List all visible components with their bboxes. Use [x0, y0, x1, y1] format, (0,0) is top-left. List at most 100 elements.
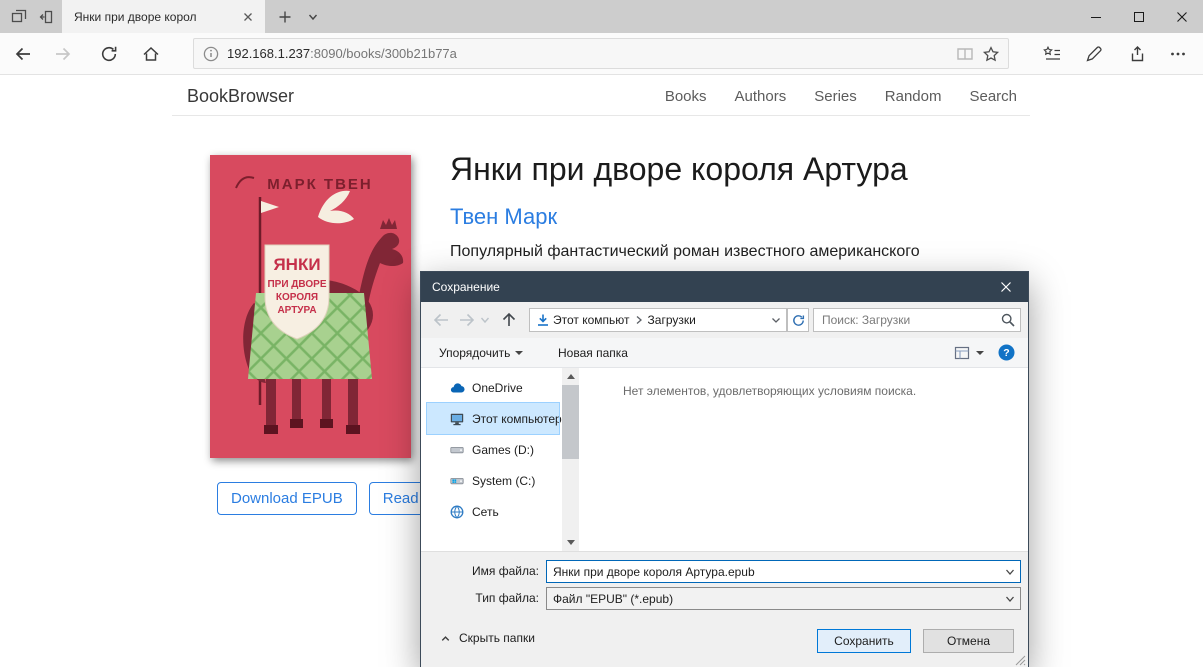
file-type-combobox[interactable]: Файл "EPUB" (*.epub) [546, 587, 1021, 610]
dialog-back-icon[interactable] [429, 309, 453, 331]
dialog-forward-icon[interactable] [455, 309, 479, 331]
breadcrumb[interactable]: Этот компьют Загрузки [529, 308, 787, 332]
browser-navbar: 192.168.1.237:8090/books/300b21b77a [0, 33, 1203, 75]
breadcrumb-this-pc[interactable]: Этот компьют [553, 313, 630, 327]
system-drive-icon [449, 473, 465, 489]
address-bar[interactable]: 192.168.1.237:8090/books/300b21b77a [193, 38, 1009, 69]
dialog-nav-row: Этот компьют Загрузки [421, 302, 1028, 338]
sidebar-item-label: Этот компьютер [472, 411, 562, 426]
cover-title-line-2: ПРИ ДВОРЕ [267, 279, 326, 290]
file-type-dropdown-icon[interactable] [1000, 588, 1020, 609]
organize-caret-icon [515, 350, 524, 355]
dialog-close-icon[interactable] [983, 272, 1028, 302]
save-dialog: Сохранение Этот компьют Загрузки Поиск: … [420, 271, 1029, 667]
nav-link-random[interactable]: Random [885, 88, 942, 105]
refresh-folder-icon[interactable] [787, 308, 809, 332]
tab-title: Янки при дворе корол [74, 9, 197, 24]
book-description: Популярный фантастический роман известно… [450, 243, 920, 260]
sidebar-item-network[interactable]: Сеть [427, 496, 559, 527]
tab-list-chevron-icon[interactable] [300, 0, 326, 33]
file-list-area[interactable]: Нет элементов, удовлетворяющих условиям … [579, 368, 1028, 551]
browser-tab[interactable]: Янки при дворе корол [62, 0, 265, 33]
nav-link-search[interactable]: Search [969, 88, 1017, 105]
site-brand[interactable]: BookBrowser [187, 86, 294, 107]
view-caret-icon [976, 350, 984, 355]
site-info-icon[interactable] [202, 45, 220, 63]
file-type-value: Файл "EPUB" (*.epub) [553, 591, 674, 606]
share-icon[interactable] [1115, 33, 1157, 75]
home-icon[interactable] [136, 40, 166, 68]
change-view-button[interactable] [953, 338, 984, 367]
drive-icon [449, 442, 465, 458]
dialog-body: OneDrive Этот компьютер Games (D:) Syste… [421, 368, 1028, 551]
download-epub-button[interactable]: Download EPUB [217, 482, 357, 515]
minimize-button[interactable] [1074, 0, 1117, 33]
new-folder-button[interactable]: Новая папка [558, 338, 628, 367]
breadcrumb-chevron-icon[interactable] [632, 313, 646, 327]
book-actions: Download EPUB Read [217, 482, 433, 515]
sidebar-item-onedrive[interactable]: OneDrive [427, 372, 559, 403]
help-icon[interactable]: ? [998, 338, 1015, 367]
scroll-up-icon[interactable] [562, 368, 579, 385]
favorite-star-icon[interactable] [982, 45, 1000, 63]
svg-text:?: ? [1003, 347, 1009, 359]
book-title: Янки при дворе короля Артура [450, 151, 908, 187]
history-chevron-icon[interactable] [477, 309, 493, 331]
refresh-icon[interactable] [94, 40, 124, 68]
nav-link-authors[interactable]: Authors [735, 88, 787, 105]
file-type-label: Тип файла: [475, 591, 539, 605]
file-name-dropdown-icon[interactable] [1000, 561, 1020, 582]
book-author-link[interactable]: Твен Марк [450, 204, 557, 230]
sidebar-item-label: System (C:) [472, 473, 536, 488]
cancel-button[interactable]: Отмена [923, 629, 1014, 653]
nav-link-books[interactable]: Books [665, 88, 707, 105]
sidebar-item-games-d[interactable]: Games (D:) [427, 434, 559, 465]
more-options-icon[interactable] [1157, 33, 1199, 75]
sidebar-item-label: Сеть [472, 504, 499, 519]
breadcrumb-dropdown-icon[interactable] [769, 313, 783, 327]
sidebar-item-this-pc[interactable]: Этот компьютер [426, 402, 562, 435]
reading-view-icon[interactable] [955, 44, 975, 64]
sidebar-item-label: OneDrive [472, 380, 523, 395]
folder-sidebar: OneDrive Этот компьютер Games (D:) Syste… [421, 368, 562, 551]
book-cover: МАРК ТВЕН ЯНКИ ПРИ ДВОРЕ КОРОЛЯ АРТУРА [210, 155, 411, 458]
dialog-titlebar[interactable]: Сохранение [421, 272, 1028, 302]
search-box[interactable] [813, 308, 1021, 332]
file-name-combobox[interactable] [546, 560, 1021, 583]
forward-icon[interactable] [48, 40, 78, 68]
web-note-pen-icon[interactable] [1073, 33, 1115, 75]
breadcrumb-downloads[interactable]: Загрузки [648, 313, 696, 327]
back-icon[interactable] [8, 40, 38, 68]
organize-label: Упорядочить [439, 345, 511, 360]
screen: Янки при дворе корол 192.168.1.237:8090/… [0, 0, 1203, 667]
onedrive-cloud-icon [449, 380, 465, 396]
scrollbar-thumb[interactable] [562, 385, 579, 459]
save-button[interactable]: Сохранить [817, 629, 911, 653]
sidebar-item-system-c[interactable]: System (C:) [427, 465, 559, 496]
chevron-up-icon [439, 632, 452, 645]
network-icon [449, 504, 465, 520]
url-text: 192.168.1.237:8090/books/300b21b77a [227, 46, 457, 61]
up-folder-icon[interactable] [497, 309, 521, 331]
tab-preview-icon[interactable] [6, 0, 32, 33]
close-button[interactable] [1160, 0, 1203, 33]
sidebar-scrollbar[interactable] [562, 368, 579, 551]
file-name-input[interactable] [547, 564, 1000, 579]
nav-link-series[interactable]: Series [814, 88, 857, 105]
resize-grip[interactable] [1015, 655, 1026, 666]
search-icon[interactable] [1000, 312, 1016, 328]
url-host: 192.168.1.237 [227, 46, 311, 61]
tab-close-icon[interactable] [239, 8, 257, 26]
hide-folders-button[interactable]: Скрыть папки [439, 631, 535, 645]
url-path: :8090/books/300b21b77a [310, 46, 457, 61]
cover-title-line-3: КОРОЛЯ [276, 292, 318, 303]
site-nav: Books Authors Series Random Search [665, 88, 1017, 105]
organize-button[interactable]: Упорядочить [439, 338, 524, 367]
folder-search-input[interactable] [820, 312, 1000, 328]
set-tabs-aside-icon[interactable] [32, 0, 58, 33]
maximize-button[interactable] [1117, 0, 1160, 33]
hub-favorites-icon[interactable] [1031, 33, 1073, 75]
site-header: BookBrowser Books Authors Series Random … [172, 75, 1030, 116]
scroll-down-icon[interactable] [562, 534, 579, 551]
new-tab-button[interactable] [272, 0, 298, 33]
